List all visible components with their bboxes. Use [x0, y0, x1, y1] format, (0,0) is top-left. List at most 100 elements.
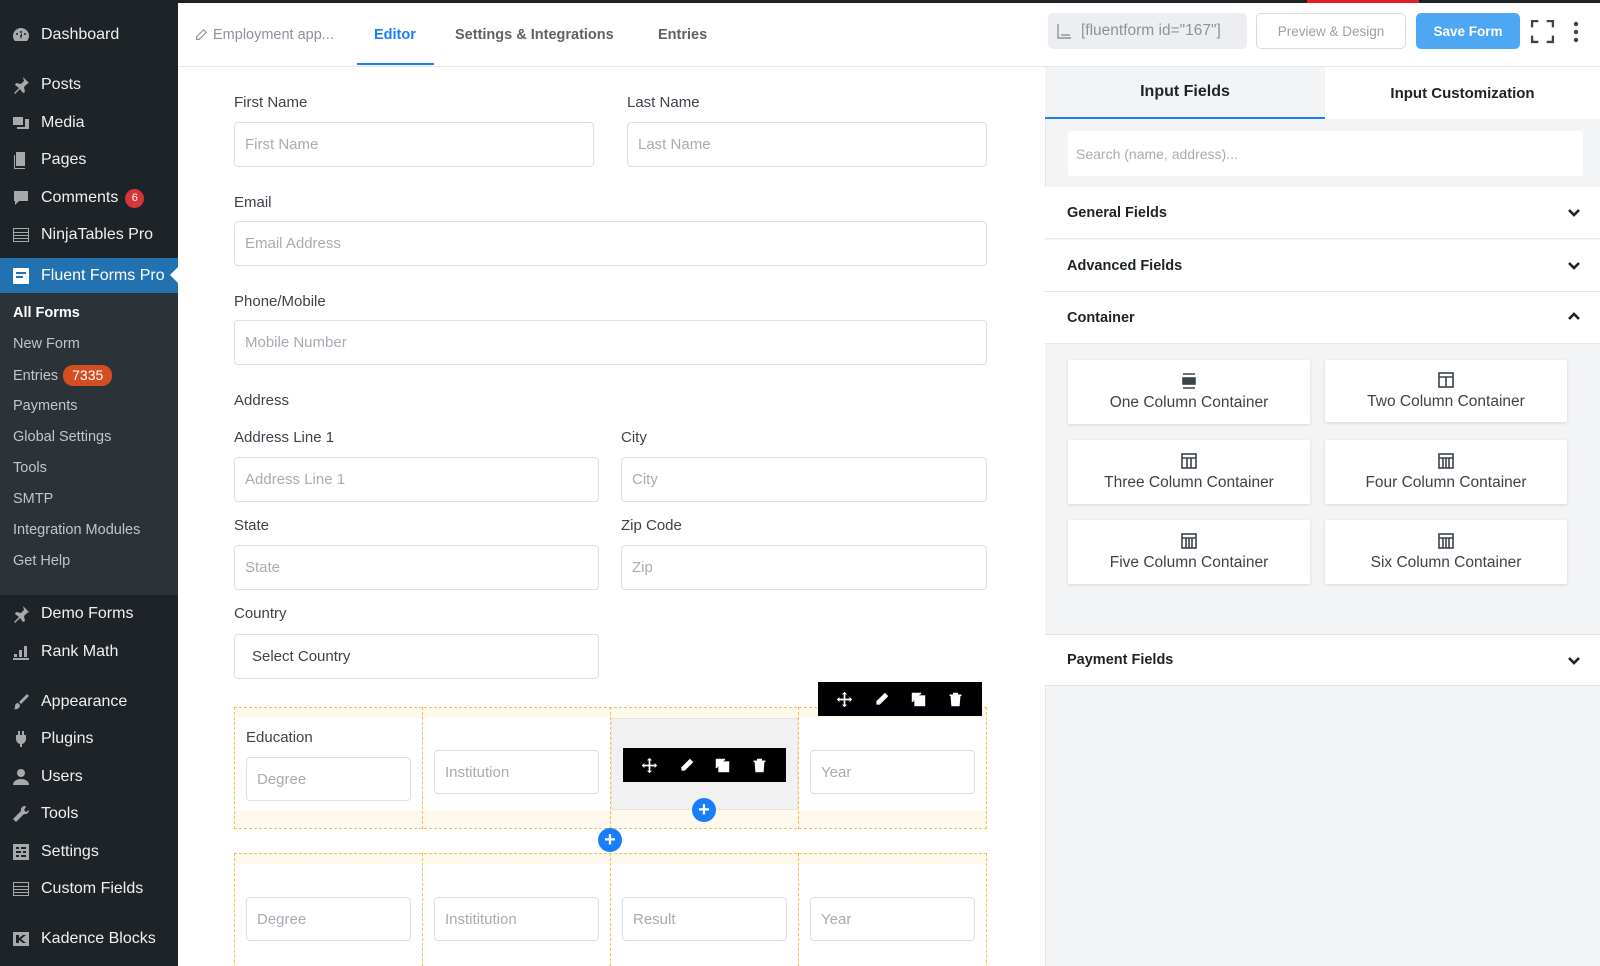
panel-tabs: Input Fields Input Customization: [1045, 67, 1600, 119]
city-input[interactable]: City: [621, 457, 987, 502]
sidebar-item-posts[interactable]: Posts: [0, 68, 178, 102]
sidebar-item-media[interactable]: Media: [0, 106, 178, 140]
sidebar-item-settings[interactable]: Settings: [0, 835, 178, 869]
add-field-plus-icon[interactable]: +: [692, 798, 716, 822]
move-icon[interactable]: [637, 753, 661, 777]
sidebar-item-rank-math[interactable]: Rank Math: [0, 635, 178, 669]
section-title: Container: [1067, 309, 1135, 326]
three-column-container-card[interactable]: Three Column Container: [1068, 440, 1310, 504]
sidebar-item-users[interactable]: Users: [0, 760, 178, 794]
submenu-global-settings[interactable]: Global Settings: [13, 429, 111, 445]
education-label: Education: [246, 729, 313, 746]
section-payment-fields[interactable]: Payment Fields: [1045, 634, 1600, 686]
active-tab-indicator: [357, 63, 434, 65]
degree-input[interactable]: Degree: [246, 897, 411, 941]
field-search-input[interactable]: Search (name, address)...: [1068, 131, 1583, 176]
sidebar-item-plugins[interactable]: Plugins: [0, 722, 178, 756]
preview-design-button[interactable]: Preview & Design: [1256, 13, 1406, 49]
move-icon[interactable]: [833, 687, 857, 711]
institution-input[interactable]: Institution: [434, 750, 599, 794]
shortcode-copy[interactable]: [fluentform id="167"]: [1048, 13, 1247, 49]
sidebar-item-appearance[interactable]: Appearance: [0, 685, 178, 719]
section-advanced-fields[interactable]: Advanced Fields: [1045, 240, 1600, 292]
column-divider: [798, 707, 799, 829]
degree-input[interactable]: Degree: [246, 757, 411, 801]
last-name-label: Last Name: [627, 94, 700, 111]
email-input[interactable]: Email Address: [234, 221, 987, 266]
submenu-smtp[interactable]: SMTP: [13, 491, 53, 507]
edit-icon[interactable]: [870, 687, 894, 711]
tab-settings-integrations[interactable]: Settings & Integrations: [455, 27, 614, 43]
last-name-input[interactable]: Last Name: [627, 122, 987, 167]
submenu-tools[interactable]: Tools: [13, 460, 47, 476]
year-input[interactable]: Year: [810, 897, 975, 941]
admin-bar-accent: [1307, 0, 1419, 3]
column-divider: [798, 853, 799, 966]
state-input[interactable]: State: [234, 545, 599, 590]
sidebar-item-pages[interactable]: Pages: [0, 143, 178, 177]
first-name-input[interactable]: First Name: [234, 122, 594, 167]
submenu-label: Entries: [13, 367, 59, 384]
more-options-icon[interactable]: [1572, 20, 1580, 44]
one-column-container-card[interactable]: One Column Container: [1068, 360, 1310, 424]
sidebar-item-tools[interactable]: Tools: [0, 797, 178, 831]
institution-input[interactable]: Instititution: [434, 897, 599, 941]
result-input[interactable]: Result: [622, 897, 787, 941]
submenu-all-forms[interactable]: All Forms: [13, 305, 80, 321]
duplicate-icon[interactable]: [711, 753, 735, 777]
section-general-fields[interactable]: General Fields: [1045, 187, 1600, 239]
sidebar-item-demo-forms[interactable]: Demo Forms: [0, 597, 178, 631]
country-select[interactable]: Select Country: [234, 634, 599, 679]
duplicate-icon[interactable]: [907, 687, 931, 711]
address-line1-input[interactable]: Address Line 1: [234, 457, 599, 502]
pin-icon: [10, 604, 32, 624]
fullscreen-icon[interactable]: [1530, 19, 1555, 44]
sidebar-item-label: Settings: [41, 843, 99, 860]
submenu-integration-modules[interactable]: Integration Modules: [13, 522, 140, 538]
dashboard-icon: [10, 25, 32, 45]
tab-input-fields[interactable]: Input Fields: [1045, 67, 1325, 119]
save-form-button[interactable]: Save Form: [1416, 13, 1520, 49]
table-icon: [10, 225, 32, 245]
five-column-container-card[interactable]: Five Column Container: [1068, 520, 1310, 584]
zip-input[interactable]: Zip: [621, 545, 987, 590]
sidebar-item-custom-fields[interactable]: Custom Fields: [0, 872, 178, 906]
submenu-get-help[interactable]: Get Help: [13, 553, 70, 569]
form-name-breadcrumb[interactable]: Employment app...: [194, 27, 334, 43]
four-column-icon: [1437, 452, 1455, 470]
sidebar-item-comments[interactable]: Comments 6: [0, 181, 178, 215]
state-label: State: [234, 517, 270, 534]
sidebar-item-kadence-blocks[interactable]: Kadence Blocks: [0, 922, 178, 956]
tab-entries[interactable]: Entries: [658, 27, 707, 43]
submenu-entries[interactable]: Entries 7335: [13, 365, 113, 386]
edit-icon[interactable]: [674, 753, 698, 777]
trash-icon[interactable]: [944, 687, 968, 711]
sidebar-item-fluent-forms[interactable]: Fluent Forms Pro: [0, 258, 178, 294]
pin-icon: [10, 75, 32, 95]
comments-count-badge: 6: [125, 188, 145, 208]
zip-label: Zip Code: [621, 517, 682, 534]
year-input[interactable]: Year: [810, 750, 975, 794]
section-title: General Fields: [1067, 204, 1167, 221]
chevron-down-icon: [1566, 204, 1582, 220]
sidebar-item-ninjatables[interactable]: NinjaTables Pro: [0, 218, 178, 252]
submenu-payments[interactable]: Payments: [13, 398, 77, 414]
section-container[interactable]: Container: [1045, 292, 1600, 344]
trash-icon[interactable]: [748, 753, 772, 777]
tab-editor[interactable]: Editor: [374, 27, 416, 43]
add-element-plus-icon[interactable]: +: [598, 828, 622, 852]
table-icon: [10, 879, 32, 899]
six-column-container-card[interactable]: Six Column Container: [1325, 520, 1567, 584]
tab-input-customization[interactable]: Input Customization: [1325, 67, 1600, 119]
sidebar-item-label: Pages: [41, 151, 87, 168]
address-label: Address: [234, 392, 290, 409]
phone-input[interactable]: Mobile Number: [234, 320, 987, 365]
four-column-container-card[interactable]: Four Column Container: [1325, 440, 1567, 504]
two-column-container-card[interactable]: Two Column Container: [1325, 360, 1567, 422]
sidebar-item-dashboard[interactable]: Dashboard: [0, 18, 178, 52]
submenu-new-form[interactable]: New Form: [13, 336, 80, 352]
section-title: Advanced Fields: [1067, 257, 1183, 274]
container-toolbar: [818, 682, 982, 716]
card-label: One Column Container: [1109, 394, 1269, 411]
fluent-forms-icon: [10, 266, 32, 286]
